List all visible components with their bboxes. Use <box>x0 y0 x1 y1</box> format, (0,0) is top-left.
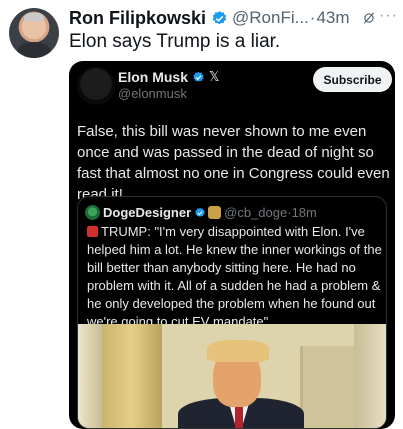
quote-text-block: TRUMP: "I'm very disappointed with Elon.… <box>87 223 383 331</box>
quote-time[interactable]: 18m <box>292 205 317 220</box>
embed-text: False, this bill was never shown to me e… <box>77 123 390 203</box>
verified-badge-icon <box>195 207 205 217</box>
quote-photo[interactable] <box>78 324 386 428</box>
quote-header: DogeDesigner @cb_doge · 18m <box>85 205 317 220</box>
quote-text: TRUMP: "I'm very disappointed with Elon.… <box>87 224 382 329</box>
author-avatar[interactable] <box>9 8 59 58</box>
grok-icon[interactable] <box>362 11 376 25</box>
verified-badge-icon <box>193 71 204 82</box>
post-text: Elon says Trump is a liar. <box>69 31 281 52</box>
quoted-post[interactable]: DogeDesigner @cb_doge · 18m TRUMP: "I'm … <box>77 196 387 429</box>
post-header: Ron Filipkowski @RonFi... · 43m <box>69 6 376 30</box>
quote-author-avatar[interactable] <box>85 205 100 220</box>
author-handle[interactable]: @RonFi... <box>232 8 309 28</box>
embed-author-handle[interactable]: @elonmusk <box>118 86 187 101</box>
quote-author-name[interactable]: DogeDesigner <box>103 205 191 220</box>
verified-badge-icon <box>212 10 227 24</box>
embedded-post[interactable]: Elon Musk 𝕏 @elonmusk Subscribe False, t… <box>69 61 395 429</box>
flag-icon <box>87 226 98 237</box>
quote-author-handle[interactable]: @cb_doge <box>224 205 287 220</box>
header-separator: · <box>309 8 316 27</box>
post[interactable]: Ron Filipkowski @RonFi... · 43m ··· Elon… <box>0 0 403 429</box>
post-time[interactable]: 43m <box>316 8 349 28</box>
embed-author-row: Elon Musk 𝕏 <box>118 69 220 85</box>
author-name[interactable]: Ron Filipkowski <box>69 8 206 29</box>
subscribe-button[interactable]: Subscribe <box>313 67 392 92</box>
more-icon[interactable]: ··· <box>379 7 398 25</box>
embed-author-avatar[interactable] <box>77 67 115 105</box>
embed-author-name[interactable]: Elon Musk <box>118 69 188 85</box>
x-logo-icon: 𝕏 <box>209 69 220 84</box>
doge-icon <box>208 206 222 219</box>
